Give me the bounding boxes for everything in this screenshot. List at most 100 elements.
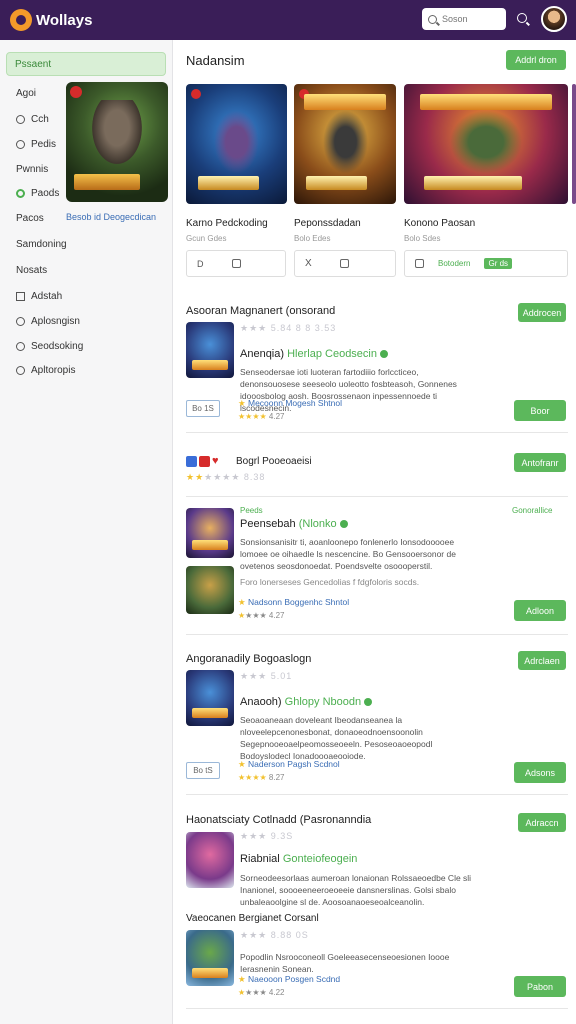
sidebar-item[interactable]: Agoi [16,88,36,99]
publisher-link[interactable]: ★ Mecoonn Mogesh Shtnol [238,398,342,409]
sidebar-item[interactable]: Nosats [16,265,47,276]
sidebar-item[interactable]: Cch [16,114,49,125]
game-artwork [319,105,371,178]
featured-subtitle: Gcun Gdes [186,234,227,243]
circle-icon [16,115,25,124]
app-logo[interactable]: Wollays [10,9,92,31]
game-logo [192,540,228,550]
avatar[interactable] [541,6,567,32]
control-label[interactable]: X [305,258,312,269]
square-icon[interactable] [415,259,424,268]
section-add-button[interactable]: Addrocen [518,303,566,322]
section-add-button[interactable]: Antofranr [514,453,566,472]
sidebar-item[interactable]: Samdoning [16,239,67,250]
sidebar-item-label: Agoi [16,88,37,99]
sidebar-item-label: Pedis [31,139,57,150]
control-label[interactable]: Botodern [438,259,470,268]
publisher-link[interactable]: ★ Naeooon Posgen Scdnd [238,974,340,985]
cta-button[interactable]: Boor [514,400,566,421]
verified-icon [364,698,373,707]
version-box[interactable]: Bo tS [186,762,220,779]
version-box[interactable]: Bo 1S [186,400,220,417]
rating-value: 4.27 [268,611,285,620]
item-title[interactable]: Anenqia) Hlerlap Ceodsecin [240,348,388,360]
section-title: Angoranadily Bogoaslogn [186,653,312,665]
sidebar-card-link[interactable]: Besob id Deogecdican [66,212,156,222]
divider [186,1008,568,1009]
item-name: Anenqia) [240,348,285,360]
featured-game-card[interactable] [294,84,396,204]
search-input[interactable] [442,14,498,24]
cta-button[interactable]: Pabon [514,976,566,997]
section-add-button[interactable]: Adraccn [518,813,566,832]
divider [186,794,568,795]
add-button[interactable]: Addrl dron [506,50,566,70]
game-thumbnail[interactable] [186,566,234,614]
sidebar-item-active[interactable]: Pssaent [6,52,166,76]
item-description: Sorneodeesorlaas aumeroan lonaionan Rols… [240,873,472,907]
sidebar-item[interactable]: Aplosngisn [16,316,80,327]
section-subtitle: Vaeocanen Bergianet Corsanl [186,913,319,924]
section-title: Bogrl Pooeoaeisi [236,456,312,467]
game-thumbnail[interactable] [186,930,234,986]
square-icon[interactable] [231,259,241,268]
publisher-name: Naderson Pagsh Scdnol [247,759,340,769]
app-icon [186,456,197,467]
sidebar-game-card[interactable] [66,82,168,202]
game-thumbnail[interactable] [186,508,234,558]
rating-text: 8.38 [243,472,266,482]
sidebar-item-label: Apltoropis [31,365,76,376]
item-link[interactable]: Hlerlap Ceodsecin [287,348,377,360]
verified-icon [380,350,388,359]
rating-value: 8.27 [268,773,285,782]
game-thumbnail[interactable] [186,322,234,378]
sidebar-item-label: Samdoning [16,239,67,250]
sidebar-item[interactable]: Paods [16,188,59,199]
item-link[interactable]: Gonteiofeogein [283,853,358,865]
game-artwork [88,100,146,170]
status-label: Gonorallice [512,506,553,515]
rating-stars: ★★★ 8.88 0S [240,930,309,940]
sidebar-item[interactable]: Adstah [16,291,62,302]
rating-stars: ★★★ 5.01 [240,671,293,681]
featured-game-card[interactable] [186,84,287,204]
cta-button[interactable]: Adsons [514,762,566,783]
rating: ★★★★ 8.27 [238,773,285,782]
item-title[interactable]: Riabnial Gonteiofeogein [240,853,357,865]
publisher-link[interactable]: ★ Nadsonn Boggenhc Shntol [238,597,349,608]
publisher-link[interactable]: ★ Naderson Pagsh Scdnol [238,759,340,770]
rating-text: 5.01 [270,671,293,681]
featured-controls[interactable]: Botodern Gr ds [404,250,568,277]
game-thumbnail[interactable] [186,670,234,726]
item-subdescription: Foro lonerseses Gencedolias f fdgfoloris… [240,577,420,587]
game-thumbnail[interactable] [186,832,234,888]
square-icon[interactable] [339,259,349,268]
featured-controls[interactable]: X [294,250,396,277]
rating: ★★★★ 4.22 [238,988,285,997]
item-link[interactable]: (Nlonko [299,518,337,530]
section-title: Asooran Magnanert (onsorand [186,305,336,317]
badge-icon [191,89,201,99]
control-label[interactable]: D [197,259,204,269]
item-link[interactable]: Ghlopy Nboodn [285,696,361,708]
divider [186,496,568,497]
featured-controls[interactable]: D [186,250,286,277]
item-title[interactable]: Peensebah (Nlonko [240,518,348,530]
item-title[interactable]: Anaooh) Ghlopy Nboodn [240,696,373,708]
sidebar-item[interactable]: Pacos [16,213,44,224]
cta-button[interactable]: Adloon [514,600,566,621]
star-icon: ★ [238,759,248,769]
sidebar-item[interactable]: Seodsoking [16,341,83,352]
sidebar-item[interactable]: Pedis [16,139,56,150]
tag-label: Peeds [240,506,263,515]
search-button[interactable] [517,13,527,26]
section-add-button[interactable]: Adrclaen [518,651,566,670]
control-pill[interactable]: Gr ds [484,258,513,269]
item-description: Popodlin Nsrooconeoll Goeleeasecenseoesi… [240,952,450,974]
sidebar-item[interactable]: Apltoropis [16,365,75,376]
featured-game-card[interactable] [404,84,568,204]
sidebar-item[interactable]: Pwnnis [16,164,48,175]
featured-game-card-peek[interactable] [572,84,576,204]
rating-value: 4.22 [268,988,285,997]
search-box[interactable] [422,8,506,30]
